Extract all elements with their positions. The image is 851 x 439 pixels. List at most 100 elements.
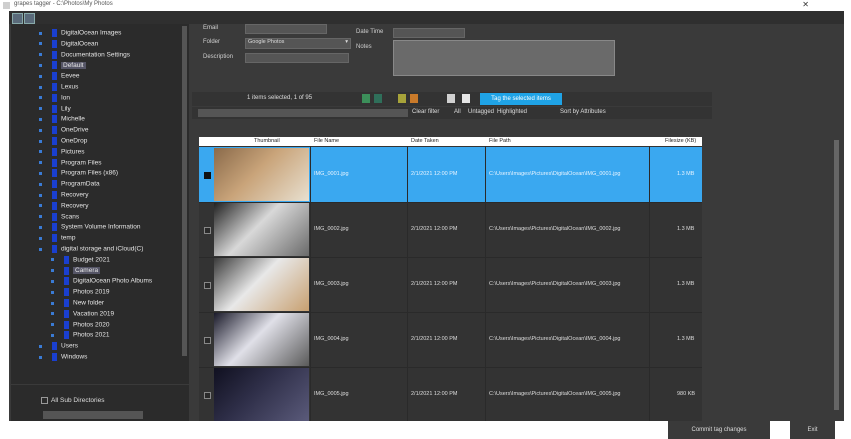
folder-tree[interactable]: DigitalOcean Images DigitalOcean Documenta… xyxy=(11,24,189,384)
expand-icon[interactable] xyxy=(39,31,42,35)
row-checkbox[interactable] xyxy=(204,336,211,344)
tree-item[interactable]: Michelle xyxy=(39,115,85,125)
tree-item[interactable]: Lexus xyxy=(39,83,78,93)
expand-icon[interactable] xyxy=(39,215,42,219)
checkbox-icon[interactable] xyxy=(41,397,48,404)
copy-icon[interactable] xyxy=(447,94,455,103)
expand-icon[interactable] xyxy=(39,236,42,240)
expand-icon[interactable] xyxy=(39,63,42,67)
tree-item[interactable]: Windows xyxy=(39,353,87,363)
thumbnail-image[interactable] xyxy=(214,368,309,421)
expand-icon[interactable] xyxy=(39,344,42,348)
tree-item[interactable]: temp xyxy=(39,234,75,244)
column-header[interactable]: File Name xyxy=(314,138,339,144)
tree-item[interactable]: Ion xyxy=(39,93,70,104)
search-input[interactable] xyxy=(198,109,408,117)
tree-item[interactable]: Photos 2019 xyxy=(51,288,110,298)
tree-item[interactable]: Program Files xyxy=(39,158,101,169)
expand-icon[interactable] xyxy=(39,193,42,197)
expand-icon[interactable] xyxy=(39,150,42,154)
tree-item[interactable]: Budget 2021 xyxy=(51,255,110,266)
tree-item[interactable]: Photos 2021 xyxy=(51,331,110,341)
sidebar-scrollbar[interactable] xyxy=(182,26,187,356)
thumbnail-image[interactable] xyxy=(214,203,309,256)
expand-icon[interactable] xyxy=(39,42,42,46)
tree-item[interactable]: Camera xyxy=(51,266,101,277)
column-header[interactable]: Filesize (KB) xyxy=(665,138,696,144)
tree-item[interactable]: Default xyxy=(39,61,86,71)
expand-icon[interactable] xyxy=(39,171,42,175)
tree-item[interactable]: DigitalOcean xyxy=(39,39,98,50)
grid-view-icon[interactable] xyxy=(12,13,23,24)
expand-icon[interactable] xyxy=(51,323,54,327)
tree-item[interactable]: Recovery xyxy=(39,201,88,212)
refresh-icon[interactable] xyxy=(362,94,370,103)
thumbnail-image[interactable] xyxy=(214,313,309,366)
notes-textarea[interactable] xyxy=(393,40,615,76)
grid-scrollbar[interactable] xyxy=(833,137,840,421)
date-field[interactable] xyxy=(393,28,465,38)
close-icon[interactable]: ✕ xyxy=(802,0,809,9)
expand-icon[interactable] xyxy=(39,85,42,89)
expand-icon[interactable] xyxy=(39,139,42,143)
all-subdirectories-toggle[interactable]: All Sub Directories xyxy=(41,397,104,404)
expand-icon[interactable] xyxy=(51,279,54,283)
table-row[interactable]: IMG_0002.jpg 2/1/2021 12:00 PM C:\Users\Im… xyxy=(199,202,702,258)
email-field[interactable] xyxy=(245,24,327,34)
star-icon[interactable] xyxy=(410,94,418,103)
expand-icon[interactable] xyxy=(39,107,42,111)
tree-item[interactable]: Documentation Settings xyxy=(39,50,130,61)
folder-icon[interactable] xyxy=(398,94,406,103)
tree-item[interactable]: System Volume Information xyxy=(39,223,140,233)
thumbnail-image[interactable] xyxy=(214,148,309,201)
tree-item[interactable]: Vacation 2019 xyxy=(51,309,114,320)
document-icon[interactable] xyxy=(462,94,470,103)
expand-icon[interactable] xyxy=(39,53,42,57)
expand-icon[interactable] xyxy=(39,96,42,100)
row-checkbox[interactable] xyxy=(204,281,211,289)
list-view-icon[interactable] xyxy=(24,13,35,24)
expand-icon[interactable] xyxy=(51,333,54,337)
tree-item[interactable]: Photos 2020 xyxy=(51,320,110,331)
exit-button[interactable]: Exit xyxy=(790,421,835,439)
expand-icon[interactable] xyxy=(39,161,42,165)
sync-icon[interactable] xyxy=(374,94,382,103)
expand-icon[interactable] xyxy=(51,312,54,316)
description-field[interactable] xyxy=(245,53,349,63)
tree-item[interactable]: OneDrop xyxy=(39,137,87,147)
scroll-thumb[interactable] xyxy=(834,140,839,410)
table-row[interactable]: IMG_0004.jpg 2/1/2021 12:00 PM C:\Users\Im… xyxy=(199,312,702,368)
row-checkbox[interactable] xyxy=(204,171,211,179)
expand-icon[interactable] xyxy=(51,258,54,262)
filter-untagged[interactable]: Untagged xyxy=(468,109,494,115)
tree-item[interactable]: Users xyxy=(39,342,78,352)
expand-icon[interactable] xyxy=(39,74,42,78)
sort-by-attributes[interactable]: Sort by Attributes xyxy=(560,109,606,115)
thumbnail-image[interactable] xyxy=(214,258,309,311)
commit-button[interactable]: Commit tag changes xyxy=(668,421,770,439)
expand-icon[interactable] xyxy=(39,247,42,251)
tree-item[interactable]: Pictures xyxy=(39,147,84,158)
tree-item[interactable]: Program Files (x86) xyxy=(39,169,118,179)
tree-item[interactable]: DigitalOcean Images xyxy=(39,29,121,39)
tree-item[interactable]: digital storage and iCloud(C) xyxy=(39,245,143,255)
table-row[interactable]: IMG_0003.jpg 2/1/2021 12:00 PM C:\Users\Im… xyxy=(199,257,702,313)
expand-icon[interactable] xyxy=(39,225,42,229)
clear-filter-link[interactable]: Clear filter xyxy=(412,109,439,115)
column-header[interactable]: Date Taken xyxy=(411,138,439,144)
expand-icon[interactable] xyxy=(51,301,54,305)
expand-icon[interactable] xyxy=(51,290,54,294)
folder-select[interactable]: Google Photos ▾ xyxy=(245,38,351,49)
expand-icon[interactable] xyxy=(39,182,42,186)
expand-icon[interactable] xyxy=(39,204,42,208)
tree-item[interactable]: Recovery xyxy=(39,191,88,201)
row-checkbox[interactable] xyxy=(204,226,211,234)
expand-icon[interactable] xyxy=(39,117,42,121)
tree-item[interactable]: Lily xyxy=(39,104,71,115)
column-header[interactable]: File Path xyxy=(489,138,511,144)
tree-item[interactable]: DigitalOcean Photo Albums xyxy=(51,277,152,287)
tree-item[interactable]: ProgramData xyxy=(39,180,100,190)
tag-selected-button[interactable]: Tag the selected items xyxy=(480,93,562,105)
filter-highlighted[interactable]: Highlighted xyxy=(497,109,527,115)
tree-item[interactable]: Eevee xyxy=(39,72,79,82)
